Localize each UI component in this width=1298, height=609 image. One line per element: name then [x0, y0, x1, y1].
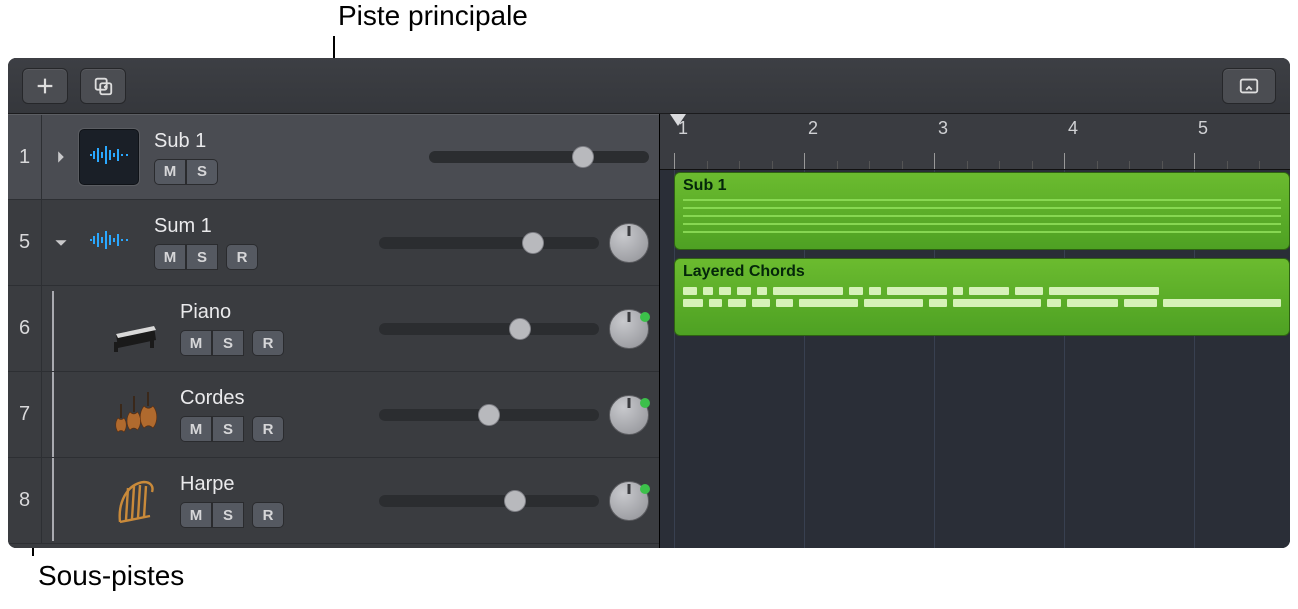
solo-button[interactable]: S: [186, 244, 218, 270]
track-name[interactable]: Harpe: [180, 473, 310, 496]
record-enable-button[interactable]: R: [252, 330, 284, 356]
ruler-subtick: [967, 161, 968, 169]
slider-thumb[interactable]: [522, 232, 544, 254]
slider-thumb[interactable]: [572, 146, 594, 168]
slider-thumb[interactable]: [478, 404, 500, 426]
track-name[interactable]: Sub 1: [154, 130, 284, 153]
audio-wave-icon: [88, 143, 130, 172]
ruler-bar-number: 5: [1198, 118, 1208, 139]
waveform: [683, 199, 1281, 237]
ruler-subtick: [1032, 161, 1033, 169]
ruler-tick: [674, 153, 675, 169]
track-name[interactable]: Sum 1: [154, 215, 284, 238]
duplicate-icon: [92, 75, 114, 97]
strings-icon: [107, 387, 163, 443]
mute-button[interactable]: M: [180, 330, 212, 356]
region-label: Sub 1: [683, 177, 1281, 195]
callout-subtracks: Sous-pistes: [38, 560, 184, 592]
plus-icon: [34, 75, 56, 97]
ruler-bar-number: 1: [678, 118, 688, 139]
track-row[interactable]: 7 Cordes MSR: [8, 372, 659, 458]
track-row[interactable]: 5 Sum 1 MSR: [8, 200, 659, 286]
add-track-button[interactable]: [22, 68, 68, 104]
ruler-subtick: [1129, 161, 1130, 169]
track-row[interactable]: 8 Harpe MSR: [8, 458, 659, 544]
volume-slider[interactable]: [379, 237, 599, 249]
track-number: 7: [8, 372, 42, 457]
slider-thumb[interactable]: [504, 490, 526, 512]
ruler-subtick: [869, 161, 870, 169]
tracks-panel: 1Sub 1MS5Sum 1MSR6PianoMSR7CordesMSR8Har…: [8, 114, 660, 548]
track-icon[interactable]: [78, 128, 140, 186]
audio-wave-icon: [88, 228, 130, 257]
solo-button[interactable]: S: [212, 502, 244, 528]
timeline-arrange-area[interactable]: 1 2 3 4 5 Sub 1 Layered Chords: [660, 114, 1290, 548]
audio-region[interactable]: Sub 1: [674, 172, 1290, 250]
duplicate-track-button[interactable]: [80, 68, 126, 104]
piano-icon: [107, 301, 163, 357]
track-number: 8: [8, 458, 42, 543]
harp-icon: [107, 473, 163, 529]
track-number: 6: [8, 286, 42, 371]
timeline-ruler[interactable]: 1 2 3 4 5: [660, 114, 1290, 170]
ruler-tick: [1064, 153, 1065, 169]
track-row[interactable]: 6 Piano MSR: [8, 286, 659, 372]
record-enable-button[interactable]: R: [226, 244, 258, 270]
track-name[interactable]: Cordes: [180, 387, 310, 410]
ruler-subtick: [999, 161, 1000, 169]
solo-button[interactable]: S: [212, 416, 244, 442]
volume-slider[interactable]: [379, 323, 599, 335]
ruler-bar-number: 3: [938, 118, 948, 139]
ruler-subtick: [837, 161, 838, 169]
ruler-subtick: [1162, 161, 1163, 169]
ruler-tick: [1194, 153, 1195, 169]
track-name[interactable]: Piano: [180, 301, 310, 324]
slider-thumb[interactable]: [509, 318, 531, 340]
ruler-tick: [934, 153, 935, 169]
chevron-right-icon[interactable]: [48, 144, 74, 170]
midi-notes: [683, 287, 1281, 307]
track-number: 5: [8, 200, 42, 285]
ruler-subtick: [1227, 161, 1228, 169]
collapse-tracks-button[interactable]: [1222, 68, 1276, 104]
track-row[interactable]: 1 Sub 1 MS: [8, 114, 659, 200]
tracks-toolbar: [8, 58, 1290, 114]
ruler-subtick: [1259, 161, 1260, 169]
volume-slider[interactable]: [429, 151, 649, 163]
volume-slider[interactable]: [379, 409, 599, 421]
track-icon[interactable]: [104, 472, 166, 530]
ruler-bar-number: 4: [1068, 118, 1078, 139]
mute-button[interactable]: M: [180, 416, 212, 442]
mute-button[interactable]: M: [180, 502, 212, 528]
solo-button[interactable]: S: [186, 159, 218, 185]
pan-knob[interactable]: [609, 395, 649, 435]
record-enable-button[interactable]: R: [252, 502, 284, 528]
callout-main-track: Piste principale: [338, 0, 528, 32]
mute-button[interactable]: M: [154, 159, 186, 185]
ruler-subtick: [772, 161, 773, 169]
track-icon[interactable]: [78, 214, 140, 272]
mute-button[interactable]: M: [154, 244, 186, 270]
track-icon[interactable]: [104, 300, 166, 358]
track-icon[interactable]: [104, 386, 166, 444]
pan-knob[interactable]: [609, 223, 649, 263]
midi-region[interactable]: Layered Chords: [674, 258, 1290, 336]
ruler-subtick: [902, 161, 903, 169]
volume-slider[interactable]: [379, 495, 599, 507]
solo-button[interactable]: S: [212, 330, 244, 356]
ruler-bar-number: 2: [808, 118, 818, 139]
track-number: 1: [8, 115, 42, 199]
pan-knob[interactable]: [609, 309, 649, 349]
ruler-subtick: [707, 161, 708, 169]
pan-knob[interactable]: [609, 481, 649, 521]
record-enable-button[interactable]: R: [252, 416, 284, 442]
ruler-subtick: [1097, 161, 1098, 169]
ruler-tick: [804, 153, 805, 169]
daw-window: 1Sub 1MS5Sum 1MSR6PianoMSR7CordesMSR8Har…: [8, 58, 1290, 548]
ruler-subtick: [739, 161, 740, 169]
region-label: Layered Chords: [683, 263, 1281, 281]
chevron-down-icon[interactable]: [48, 230, 74, 256]
collapse-icon: [1238, 75, 1260, 97]
